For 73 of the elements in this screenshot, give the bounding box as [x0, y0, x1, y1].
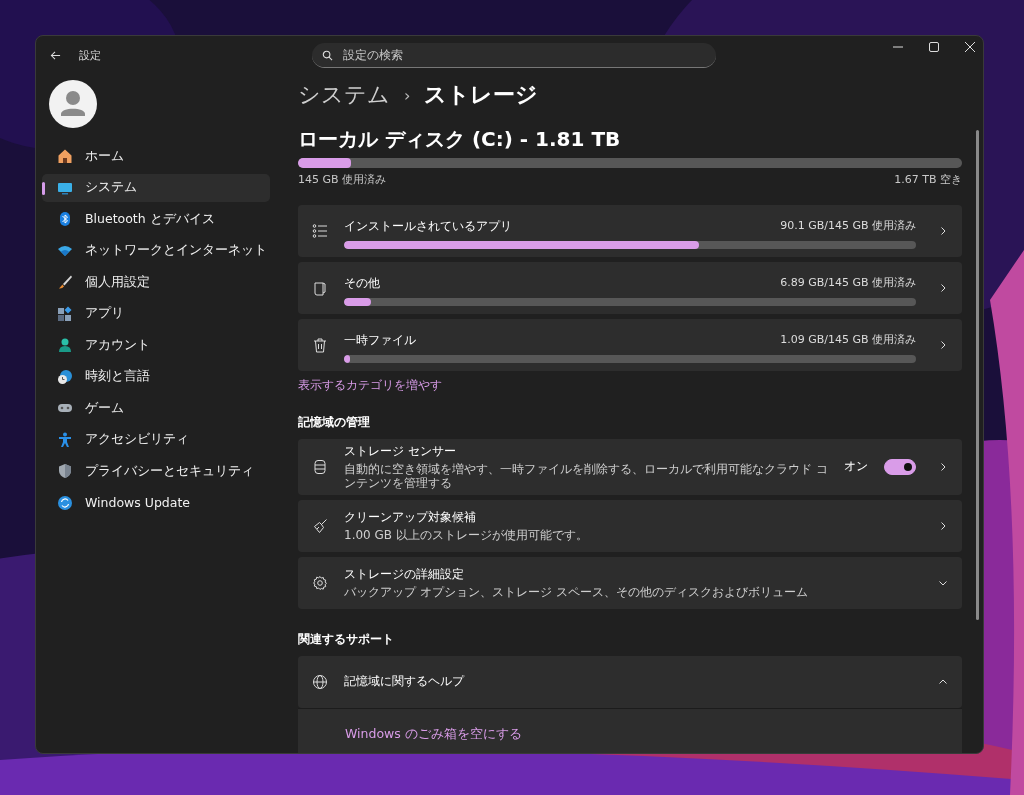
used-space-text: 145 GB 使用済み: [298, 172, 387, 187]
sidebar-item[interactable]: Bluetooth とデバイス: [42, 205, 270, 234]
chevron-right-icon: [938, 226, 948, 236]
category-label: 一時ファイル: [344, 331, 416, 349]
category-usage: 6.89 GB/145 GB 使用済み: [780, 274, 916, 291]
broom-icon: [312, 517, 328, 534]
avatar-icon[interactable]: [49, 80, 97, 128]
toggle-switch[interactable]: [884, 458, 916, 475]
shield-icon: [57, 463, 73, 480]
chevron-right-icon: [938, 520, 948, 531]
category-usage: 1.09 GB/145 GB 使用済み: [780, 331, 916, 348]
setting-description: 1.00 GB 以上のストレージが使用可能です。: [344, 528, 589, 543]
disk-title: ローカル ディスク (C:) - 1.81 TB: [298, 126, 622, 153]
breadcrumb-link[interactable]: システム: [298, 80, 390, 110]
search-field[interactable]: 設定の検索: [312, 42, 716, 68]
help-title: 記憶域に関するヘルプ: [344, 673, 466, 691]
settings-row[interactable]: ストレージの詳細設定 バックアップ オプション、ストレージ スペース、その他のディスクおよびボリューム: [298, 556, 962, 609]
sidebar-item[interactable]: システム: [42, 173, 270, 202]
apps-icon: [57, 305, 73, 322]
sidebar-item[interactable]: アプリ: [42, 299, 270, 328]
show-more-categories-link[interactable]: 表示するカテゴリを増やす: [298, 377, 442, 394]
category-label: その他: [344, 274, 380, 292]
brush-icon: [57, 274, 73, 291]
sidebar-item[interactable]: 時刻と言語: [42, 362, 270, 391]
trash-icon: [312, 337, 328, 353]
storage-category-card[interactable]: インストールされているアプリ 90.1 GB/145 GB 使用済み: [298, 205, 962, 257]
search-icon: [322, 49, 333, 61]
page-title: ストレージ: [424, 81, 539, 109]
setting-description: 自動的に空き領域を増やす、一時ファイルを削除する、ローカルで利用可能なクラウド コンテンツを管理する: [344, 462, 828, 491]
document-icon: [312, 280, 328, 296]
setting-description: バックアップ オプション、ストレージ スペース、その他のディスクおよびボリューム: [344, 585, 809, 600]
settings-row[interactable]: ストレージ センサー 自動的に空き領域を増やす、一時ファイルを削除する、ローカルで利用可能なクラウド コンテンツを管理する オン: [298, 439, 962, 495]
breadcrumb-separator: ›: [404, 85, 411, 105]
storage-category-card[interactable]: その他 6.89 GB/145 GB 使用済み: [298, 262, 962, 314]
home-icon: [57, 148, 73, 165]
accessibility-icon: [57, 431, 73, 448]
setting-title: ストレージの詳細設定: [344, 566, 465, 584]
database-icon: [312, 458, 328, 475]
toggle-state-label: オン: [844, 459, 868, 475]
chevron-right-icon: [938, 461, 948, 472]
setting-title: クリーンアップ対象候補: [344, 509, 477, 527]
sidebar-item[interactable]: Windows Update: [42, 488, 270, 517]
category-label: インストールされているアプリ: [344, 217, 512, 235]
sidebar-item[interactable]: 個人用設定: [42, 268, 270, 297]
sidebar-item[interactable]: アカウント: [42, 331, 270, 360]
sidebar-item[interactable]: プライバシーとセキュリティ: [42, 457, 270, 486]
section-heading: 関連するサポート: [298, 630, 395, 648]
sync-icon: [57, 494, 73, 511]
sidebar-item[interactable]: ホーム: [42, 142, 270, 171]
help-link[interactable]: Windows のごみ箱を空にする: [345, 726, 522, 744]
gear-icon: [312, 574, 328, 591]
help-expander[interactable]: 記憶域に関するヘルプ: [298, 655, 962, 708]
storage-category-card[interactable]: 一時ファイル 1.09 GB/145 GB 使用済み: [298, 319, 962, 371]
sidebar-item[interactable]: ネットワークとインターネット: [42, 236, 270, 265]
free-space-text: 1.67 TB 空き: [894, 172, 962, 187]
clock-globe-icon: [57, 368, 73, 385]
category-usage: 90.1 GB/145 GB 使用済み: [780, 217, 916, 234]
chevron-right-icon: [938, 283, 948, 293]
globe-icon: [312, 673, 328, 690]
setting-title: ストレージ センサー: [344, 443, 457, 460]
settings-row[interactable]: クリーンアップ対象候補 1.00 GB 以上のストレージが使用可能です。: [298, 499, 962, 552]
window-title: 設定: [79, 47, 101, 63]
sidebar-item[interactable]: アクセシビリティ: [42, 425, 270, 454]
list-icon: [312, 223, 328, 239]
maximize-icon[interactable]: [929, 42, 939, 52]
sidebar-item[interactable]: ゲーム: [42, 394, 270, 423]
chevron-right-icon: [938, 340, 948, 350]
section-heading: 記憶域の管理: [298, 414, 371, 431]
person-icon: [57, 337, 73, 354]
bluetooth-icon: [57, 211, 73, 228]
back-arrow-icon[interactable]: [50, 49, 61, 61]
scrollbar[interactable]: [976, 130, 979, 620]
close-icon[interactable]: [965, 42, 975, 52]
